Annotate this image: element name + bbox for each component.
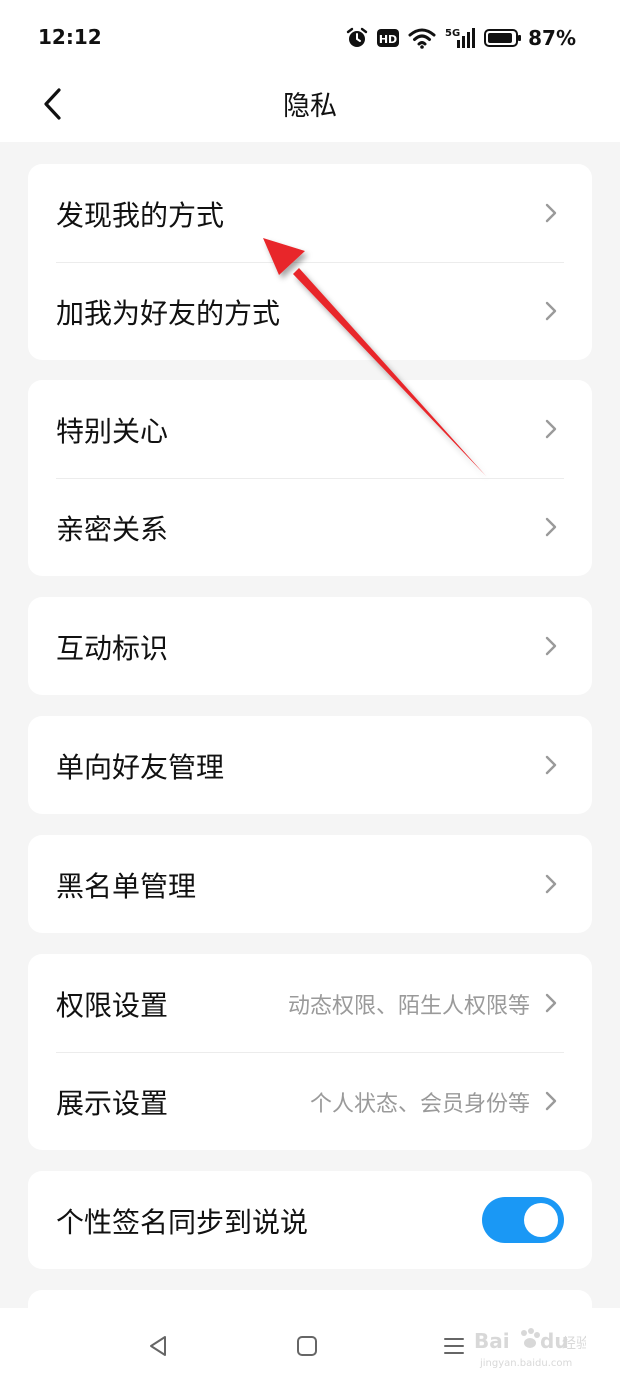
battery-icon: [484, 29, 522, 47]
signal-5g-icon: 5G: [445, 28, 476, 48]
row-label: 展示设置: [56, 1087, 169, 1120]
home-square-icon: [297, 1336, 317, 1356]
settings-group-signature: 个性签名同步到说说: [28, 1171, 592, 1269]
page-title: 隐私: [283, 91, 337, 122]
paw-icon: [521, 1328, 540, 1348]
row-permission-settings[interactable]: 权限设置 动态权限、陌生人权限等: [28, 954, 592, 1052]
navigation-bar: 隐私: [0, 76, 620, 142]
chevron-right-icon: [545, 993, 557, 1013]
settings-group-one-way: 单向好友管理: [28, 716, 592, 814]
chevron-right-icon: [545, 419, 557, 439]
row-label: 权限设置: [56, 989, 169, 1022]
row-find-me-method[interactable]: 发现我的方式: [28, 164, 592, 262]
back-triangle-icon: [150, 1336, 166, 1356]
chevron-right-icon: [545, 517, 557, 537]
row-value: 动态权限、陌生人权限等: [287, 994, 530, 1019]
row-signature-sync: 个性签名同步到说说: [28, 1171, 592, 1269]
alarm-icon: [346, 27, 368, 47]
status-icons: HD 5G 87%: [337, 24, 576, 52]
row-intimate-relation[interactable]: 亲密关系: [28, 478, 592, 576]
settings-group-relations: 特别关心 亲密关系: [28, 380, 592, 576]
row-label: 亲密关系: [56, 513, 169, 546]
battery-percent: 87%: [528, 26, 576, 50]
row-label: 互动标识: [56, 632, 169, 665]
settings-group-discovery: 发现我的方式 加我为好友的方式: [28, 164, 592, 360]
hd-icon: HD: [377, 29, 400, 47]
row-display-settings[interactable]: 展示设置 个人状态、会员身份等: [28, 1052, 592, 1150]
chevron-right-icon: [545, 874, 557, 894]
chevron-right-icon: [545, 1091, 557, 1111]
row-label: 单向好友管理: [56, 751, 225, 784]
row-label: 发现我的方式: [56, 199, 225, 232]
row-blacklist[interactable]: 黑名单管理: [28, 835, 592, 933]
settings-group-blacklist: 黑名单管理: [28, 835, 592, 933]
signature-sync-toggle[interactable]: [482, 1197, 564, 1243]
status-time: 12:12: [38, 25, 102, 49]
row-label: 加我为好友的方式: [56, 297, 281, 330]
wifi-icon: [408, 28, 436, 49]
chevron-right-icon: [545, 755, 557, 775]
row-special-care[interactable]: 特别关心: [28, 380, 592, 478]
row-value: 个人状态、会员身份等: [309, 1092, 530, 1117]
row-label: 黑名单管理: [56, 870, 197, 903]
watermark-url: jingyan.baidu.com: [479, 1358, 572, 1369]
system-menu-button[interactable]: [438, 1330, 470, 1362]
chevron-right-icon: [545, 636, 557, 656]
hd-badge-text: HD: [379, 33, 397, 46]
watermark-brand: Bai: [474, 1329, 510, 1353]
system-back-button[interactable]: [142, 1330, 174, 1362]
network-type-text: 5G: [445, 28, 460, 39]
chevron-right-icon: [545, 203, 557, 223]
watermark-cn: 经验: [562, 1336, 586, 1352]
status-bar: 12:12 HD 5G 87%: [0, 0, 620, 76]
settings-group-interaction: 互动标识: [28, 597, 592, 695]
menu-lines-icon: [444, 1338, 464, 1354]
system-home-button[interactable]: [291, 1330, 323, 1362]
system-navigation-bar: Bai du 经验 jingyan.baidu.com: [0, 1308, 620, 1386]
row-label: 个性签名同步到说说: [56, 1206, 309, 1239]
row-interaction-badge[interactable]: 互动标识: [28, 597, 592, 695]
settings-group-permissions: 权限设置 动态权限、陌生人权限等 展示设置 个人状态、会员身份等: [28, 954, 592, 1150]
row-one-way-friends[interactable]: 单向好友管理: [28, 716, 592, 814]
chevron-right-icon: [545, 301, 557, 321]
baidu-jingyan-watermark: Bai du 经验 jingyan.baidu.com: [474, 1328, 586, 1369]
row-add-friend-method[interactable]: 加我为好友的方式: [28, 262, 592, 360]
row-label: 特别关心: [56, 415, 169, 448]
toggle-knob: [524, 1203, 558, 1237]
